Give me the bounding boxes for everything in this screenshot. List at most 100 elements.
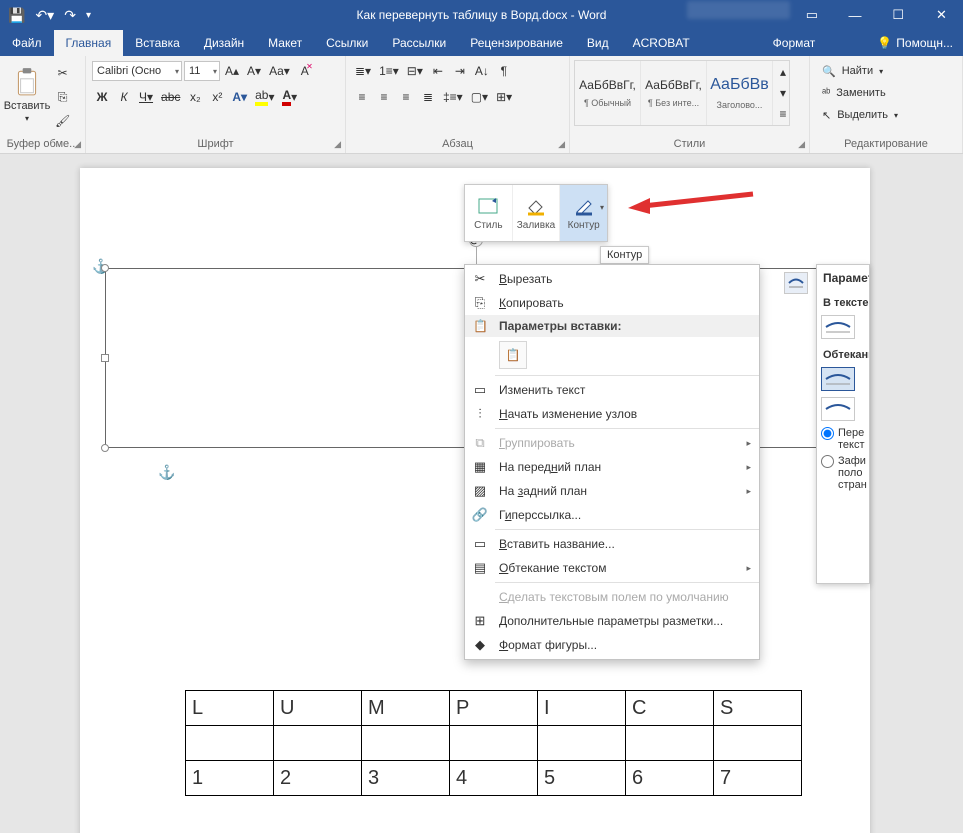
highlight-icon[interactable]: ab▾ xyxy=(252,86,277,108)
tab-design[interactable]: Дизайн xyxy=(192,30,256,56)
mini-outline-button[interactable]: Контур ▾ xyxy=(560,185,607,241)
group-font-label: Шрифт xyxy=(197,138,233,150)
align-center-icon[interactable]: ≡ xyxy=(374,86,394,108)
redo-icon[interactable]: ↷ xyxy=(64,7,76,24)
tab-view[interactable]: Вид xyxy=(575,30,621,56)
resize-handle-nw[interactable] xyxy=(101,264,109,272)
maximize-icon[interactable]: ☐ xyxy=(877,0,920,30)
shrink-font-icon[interactable]: A▾ xyxy=(244,60,264,82)
decrease-indent-icon[interactable]: ⇤ xyxy=(428,60,448,82)
tab-format[interactable]: Формат xyxy=(761,30,828,56)
ctx-wrap-text[interactable]: ▤Обтекание текстом▸ xyxy=(465,556,759,580)
ctx-edit-text[interactable]: ▭Изменить текст xyxy=(465,378,759,402)
paste-keep-formatting-icon[interactable]: 📋 xyxy=(499,341,527,369)
dialog-launcher-icon[interactable]: ◢ xyxy=(558,139,565,150)
tab-review[interactable]: Рецензирование xyxy=(458,30,575,56)
ctx-bring-front[interactable]: ▦На передний план▸ xyxy=(465,455,759,479)
italic-button[interactable]: К xyxy=(114,86,134,108)
styles-more-icon[interactable]: ≡ xyxy=(773,104,793,125)
tab-references[interactable]: Ссылки xyxy=(314,30,380,56)
ctx-hyperlink[interactable]: 🔗Гиперссылка... xyxy=(465,503,759,527)
line-spacing-icon[interactable]: ‡≡▾ xyxy=(440,86,466,108)
bullets-icon[interactable]: ≣▾ xyxy=(352,60,374,82)
style-normal[interactable]: АаБбВвГг,¶ Обычный xyxy=(575,61,641,125)
layout-square-icon[interactable] xyxy=(821,367,855,391)
layout-fix-position[interactable]: Зафи поло стран xyxy=(821,455,869,491)
text-anchor-icon: ⚓ xyxy=(158,464,175,481)
align-left-icon[interactable]: ≡ xyxy=(352,86,372,108)
show-marks-icon[interactable]: ¶ xyxy=(494,60,514,82)
layout-options-button[interactable] xyxy=(784,272,808,294)
ctx-set-default: Сделать текстовым полем по умолчанию xyxy=(465,585,759,609)
tell-me[interactable]: 💡 Помощн... xyxy=(867,30,963,56)
ctx-copy[interactable]: ⎘Копировать xyxy=(465,291,759,315)
bold-button[interactable]: Ж xyxy=(92,86,112,108)
numbering-icon[interactable]: 1≡▾ xyxy=(376,60,402,82)
find-button[interactable]: 🔍Найти▾ xyxy=(816,60,889,82)
increase-indent-icon[interactable]: ⇥ xyxy=(450,60,470,82)
font-name-combo[interactable]: Calibri (Осно xyxy=(92,61,182,81)
style-no-spacing[interactable]: АаБбВвГг,¶ Без инте... xyxy=(641,61,707,125)
replace-button[interactable]: ᵃᵇЗаменить xyxy=(816,82,892,104)
cut-icon[interactable]: ✂ xyxy=(52,62,73,84)
page[interactable]: ⚓ ⟳ ⚓ Стиль Заливка xyxy=(80,168,870,833)
close-icon[interactable]: ✕ xyxy=(920,0,963,30)
styles-gallery[interactable]: АаБбВвГг,¶ Обычный АаБбВвГг,¶ Без инте..… xyxy=(574,60,790,126)
ctx-format-shape[interactable]: ◆Формат фигуры... xyxy=(465,633,759,657)
ctx-more-layout[interactable]: ⊞Дополнительные параметры разметки... xyxy=(465,609,759,633)
mini-fill-button[interactable]: Заливка xyxy=(513,185,561,241)
ctx-insert-caption[interactable]: ▭Вставить название... xyxy=(465,532,759,556)
change-case-icon[interactable]: Aa▾ xyxy=(266,60,293,82)
pen-icon xyxy=(573,196,595,218)
styles-up-icon[interactable]: ▴ xyxy=(773,61,793,82)
style-heading1[interactable]: АаБбВвЗаголово... xyxy=(707,61,773,125)
styles-down-icon[interactable]: ▾ xyxy=(773,82,793,103)
resize-handle-sw[interactable] xyxy=(101,444,109,452)
paste-button[interactable]: Вставить ▾ xyxy=(6,60,48,123)
borders-icon[interactable]: ⊞▾ xyxy=(493,86,515,108)
layout-inline-icon[interactable] xyxy=(821,315,855,339)
text-effects-icon[interactable]: A▾ xyxy=(229,86,250,108)
tab-acrobat[interactable]: ACROBAT xyxy=(621,30,702,56)
shading-icon[interactable]: ▢▾ xyxy=(468,86,491,108)
layout-through-icon[interactable] xyxy=(821,397,855,421)
subscript-button[interactable]: x₂ xyxy=(185,86,205,108)
grow-font-icon[interactable]: A▴ xyxy=(222,60,242,82)
tab-home[interactable]: Главная xyxy=(54,30,124,56)
dialog-launcher-icon[interactable]: ◢ xyxy=(74,139,81,150)
select-button[interactable]: ↖Выделить▾ xyxy=(816,104,904,126)
undo-icon[interactable]: ↶▾ xyxy=(35,7,54,24)
qat-more-icon[interactable]: ▾ xyxy=(86,10,91,21)
ctx-cut[interactable]: ✂Вырезать xyxy=(465,267,759,291)
align-right-icon[interactable]: ≡ xyxy=(396,86,416,108)
resize-handle-w[interactable] xyxy=(101,354,109,362)
dialog-launcher-icon[interactable]: ◢ xyxy=(334,139,341,150)
data-table[interactable]: LUMPICS 1234567 xyxy=(185,690,802,796)
layout-move-with-text[interactable]: Пере текст xyxy=(821,427,869,451)
clear-formatting-icon[interactable]: A✕ xyxy=(295,60,315,82)
save-icon[interactable]: 💾 xyxy=(8,7,25,24)
copy-icon[interactable]: ⎘ xyxy=(52,86,73,108)
tab-insert[interactable]: Вставка xyxy=(123,30,192,56)
sort-icon[interactable]: A↓ xyxy=(472,60,492,82)
superscript-button[interactable]: x² xyxy=(207,86,227,108)
justify-icon[interactable]: ≣ xyxy=(418,86,438,108)
replace-icon: ᵃᵇ xyxy=(822,87,830,99)
tab-file[interactable]: Файл xyxy=(0,30,54,56)
scissors-icon: ✂ xyxy=(471,270,489,288)
format-painter-icon[interactable]: 🖌 xyxy=(52,110,73,132)
ctx-send-back[interactable]: ▨На задний план▸ xyxy=(465,479,759,503)
strikethrough-button[interactable]: abc xyxy=(158,86,183,108)
font-color-icon[interactable]: A▾ xyxy=(279,86,300,108)
font-size-combo[interactable]: 11 xyxy=(184,61,220,81)
tab-layout[interactable]: Макет xyxy=(256,30,314,56)
minimize-icon[interactable]: — xyxy=(833,0,876,30)
underline-button[interactable]: Ч▾ xyxy=(136,86,156,108)
multilevel-icon[interactable]: ⊟▾ xyxy=(404,60,426,82)
ribbon-display-icon[interactable]: ▭ xyxy=(790,0,833,30)
tab-mailings[interactable]: Рассылки xyxy=(380,30,458,56)
ctx-edit-points[interactable]: ⫶Начать изменение узлов xyxy=(465,402,759,426)
mini-style-button[interactable]: Стиль xyxy=(465,185,513,241)
dialog-launcher-icon[interactable]: ◢ xyxy=(798,139,805,150)
group-styles-label: Стили xyxy=(674,138,706,150)
